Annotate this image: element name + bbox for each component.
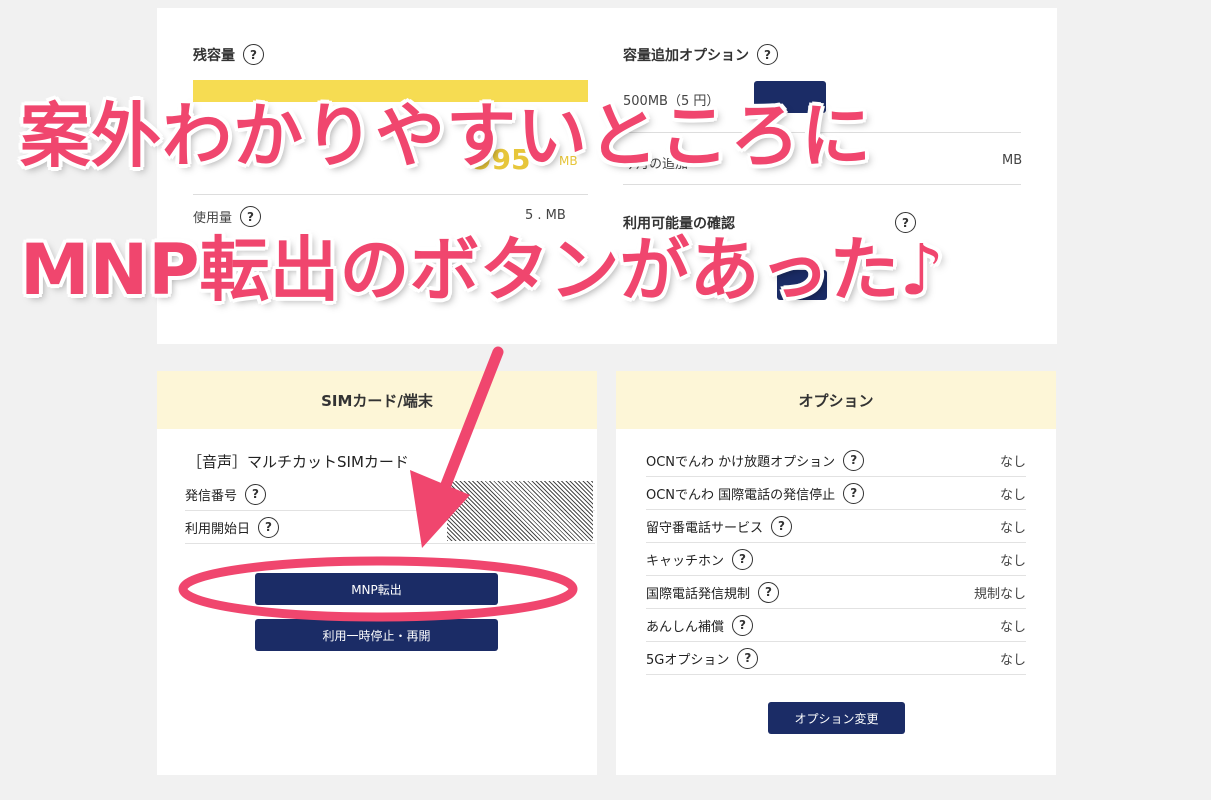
overlay-caption-line2: MNP転出のボタンがあった♪ <box>20 229 945 311</box>
arrow-head <box>410 470 470 548</box>
highlight-ellipse <box>178 556 578 622</box>
arrow-shaft <box>434 346 504 506</box>
overlay-caption-line1: 案外わかりやすいところに <box>20 95 872 177</box>
